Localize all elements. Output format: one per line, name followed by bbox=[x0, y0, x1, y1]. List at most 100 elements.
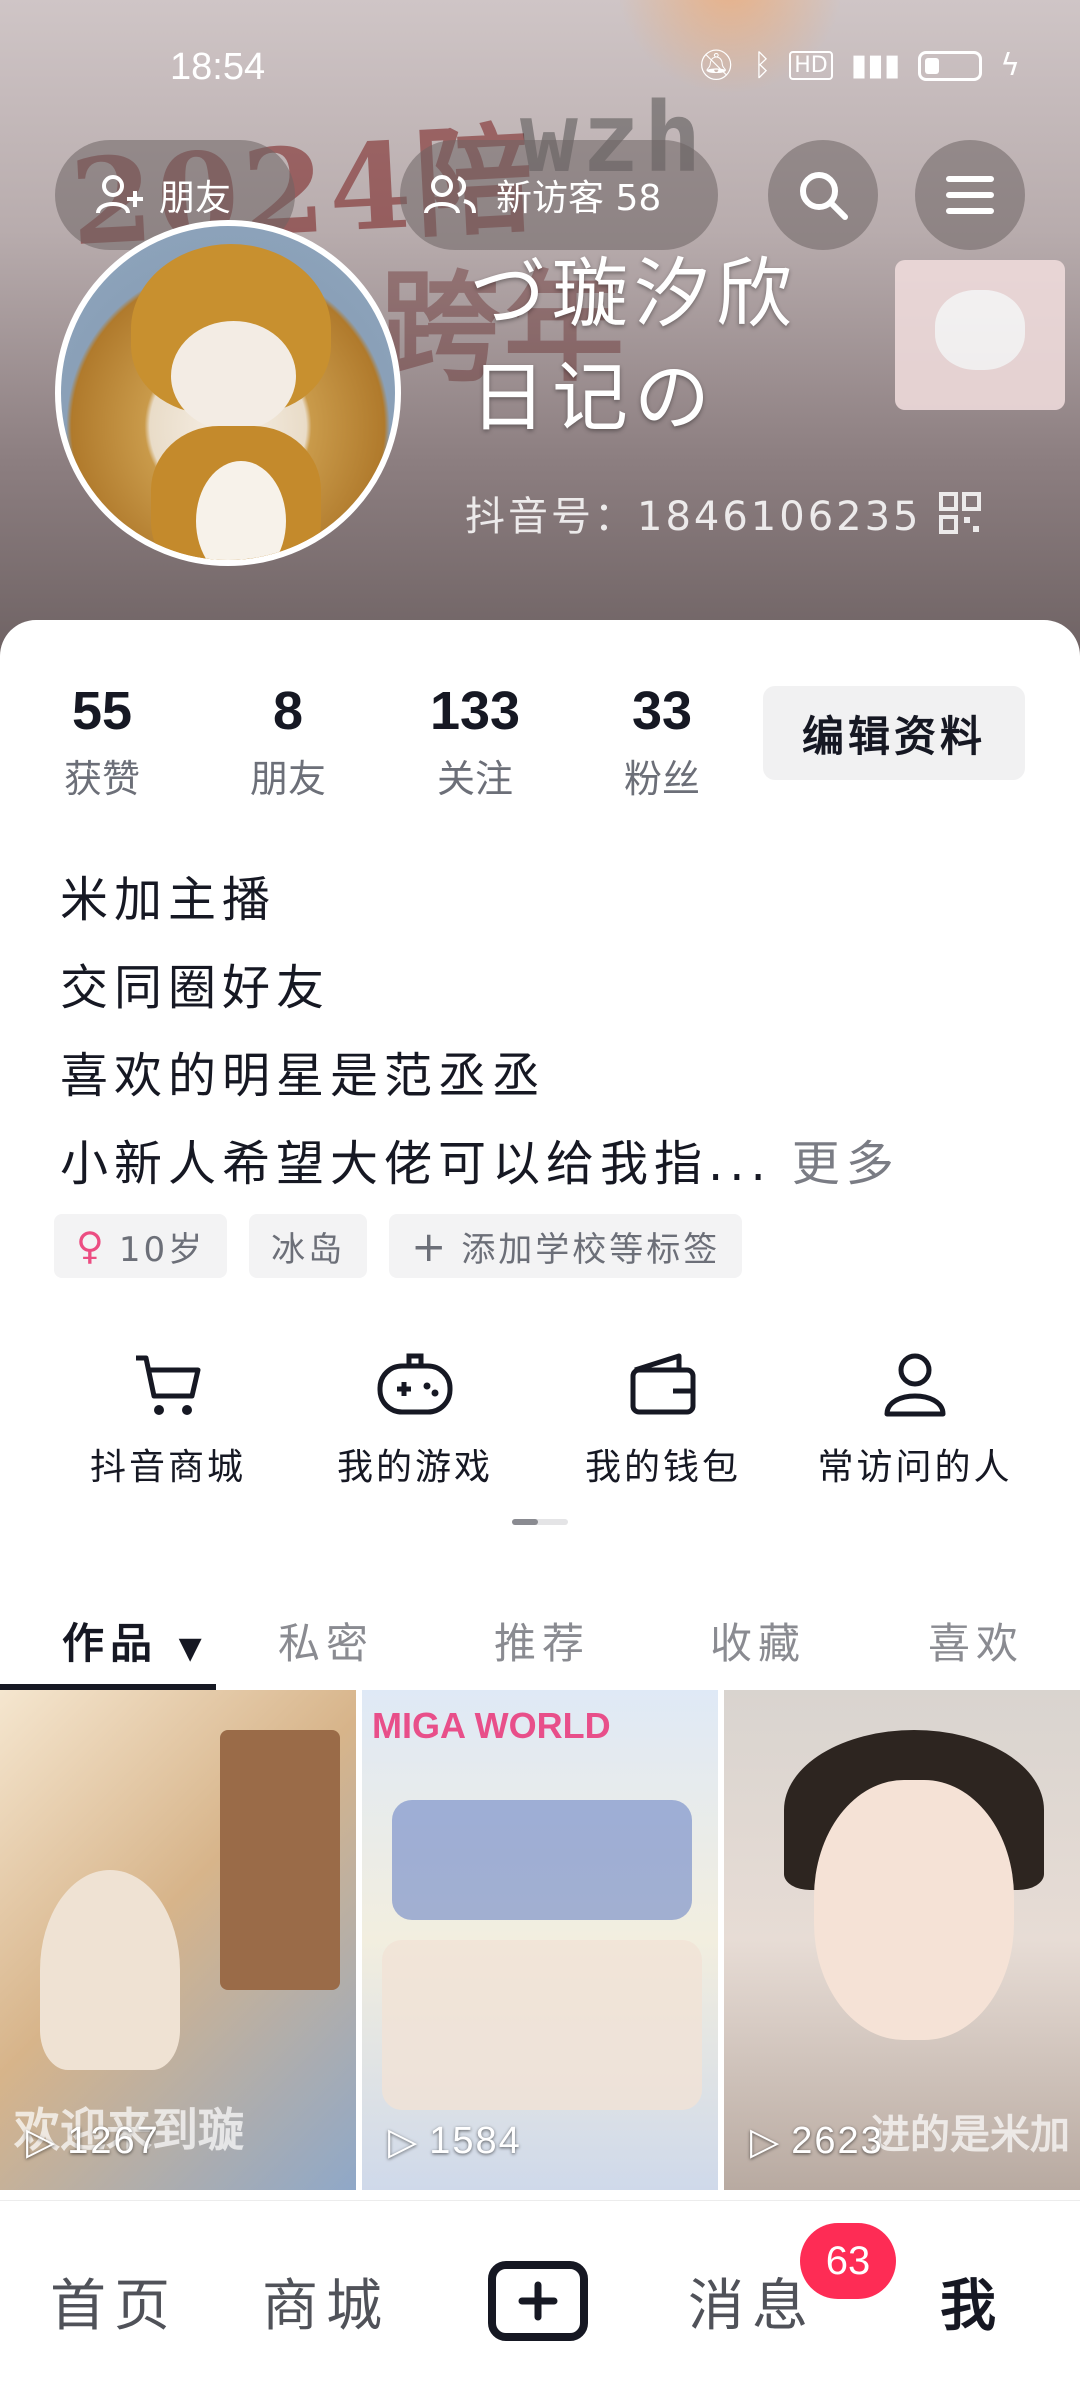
add-friend-icon bbox=[96, 175, 143, 214]
profile-cover[interactable]: 2024陪 wzh 跨年 18:54 🔕︎ ᛒ HD ▮▮▮ ϟ 朋友 新访客 … bbox=[0, 0, 1080, 660]
cover-sticker bbox=[895, 260, 1065, 410]
bio-more-link[interactable]: 更多 bbox=[792, 1136, 900, 1192]
video-thumbnail[interactable]: 欢迎来到璇 ▷ 1267 bbox=[0, 1690, 356, 2190]
menu-button[interactable] bbox=[915, 140, 1025, 250]
shortcut-my-wallet[interactable]: 我的钱包 bbox=[533, 1350, 793, 1490]
caret-down-icon: ▼ bbox=[178, 1631, 208, 1666]
age-tag[interactable]: ♀ 10岁 bbox=[54, 1214, 228, 1278]
tab-private[interactable]: 私密 bbox=[278, 1610, 374, 1671]
stat-label: 获赞 bbox=[63, 757, 140, 801]
thumbnail-face bbox=[814, 1780, 1014, 2040]
plus-icon: + bbox=[411, 1221, 450, 1271]
messages-badge: 63 bbox=[800, 2223, 896, 2299]
play-icon: ▷ bbox=[26, 2121, 58, 2163]
visitors-icon bbox=[424, 175, 476, 214]
cart-icon bbox=[136, 1355, 201, 1415]
bottom-navigation: 首页 商城 消息 63 我 bbox=[0, 2200, 1080, 2401]
nav-messages[interactable]: 消息 bbox=[688, 2261, 816, 2342]
tab-likes[interactable]: 喜欢 bbox=[928, 1610, 1024, 1671]
pager-active-indicator bbox=[512, 1519, 538, 1525]
nickname-line: 日记の bbox=[470, 353, 716, 442]
nickname-line: づ璇汐欣 bbox=[470, 249, 798, 338]
shortcut-pager bbox=[512, 1519, 568, 1525]
thumbnail-cabinet bbox=[220, 1730, 340, 1990]
play-count-value: 2623 bbox=[791, 2120, 884, 2162]
bio-line: 小新人希望大佬可以给我指... 更多 bbox=[60, 1120, 900, 1208]
status-time: 18:54 bbox=[170, 46, 266, 88]
shortcut-frequent-visitors[interactable]: 常访问的人 bbox=[785, 1350, 1045, 1490]
tab-recommend[interactable]: 推荐 bbox=[494, 1610, 590, 1671]
bio-line: 米加主播 bbox=[60, 872, 277, 928]
shortcuts-row: 抖音商城 我的游戏 我的钱包 常访问的人 bbox=[0, 1350, 1080, 1530]
tab-favorites[interactable]: 收藏 bbox=[710, 1610, 806, 1671]
avatar[interactable] bbox=[55, 220, 401, 566]
stat-followers[interactable]: 33 粉丝 bbox=[582, 680, 742, 803]
new-visitors-button[interactable]: 新访客 58 bbox=[400, 140, 718, 250]
age-tag-label: 10岁 bbox=[118, 1229, 206, 1270]
stat-value: 133 bbox=[429, 681, 521, 741]
play-count: ▷ 2623 bbox=[750, 2119, 884, 2164]
status-bar: 18:54 🔕︎ ᛒ HD ▮▮▮ ϟ bbox=[0, 40, 1080, 96]
stat-label: 关注 bbox=[436, 757, 513, 801]
play-count-value: 1267 bbox=[67, 2120, 160, 2162]
edit-profile-button[interactable]: 编辑资料 bbox=[763, 686, 1025, 780]
tab-works[interactable]: 作品 ▼ bbox=[62, 1610, 208, 1671]
person-icon bbox=[884, 1353, 946, 1417]
wallet-icon bbox=[630, 1353, 696, 1415]
video-grid: 欢迎来到璇 ▷ 1267 MIGA WORLD ▷ 1584 进的是米加 ▷ 2… bbox=[0, 1690, 1080, 2190]
plus-icon bbox=[518, 2281, 558, 2321]
stat-friends[interactable]: 8 朋友 bbox=[208, 680, 368, 803]
thumbnail-figure bbox=[40, 1870, 180, 2070]
thumbnail-figures bbox=[382, 1940, 702, 2110]
thumbnail-figures bbox=[392, 1800, 692, 1920]
search-button[interactable] bbox=[768, 140, 878, 250]
stat-label: 朋友 bbox=[249, 757, 326, 801]
bluetooth-icon: ᛒ bbox=[753, 48, 772, 83]
stat-likes[interactable]: 55 获赞 bbox=[22, 680, 182, 803]
status-icons: 🔕︎ ᛒ HD ▮▮▮ ϟ bbox=[697, 48, 1020, 83]
charging-icon: ϟ bbox=[1000, 48, 1020, 83]
new-visitors-label: 新访客 58 bbox=[496, 178, 662, 219]
video-overlay-text: MIGA WORLD bbox=[372, 1705, 611, 1746]
play-icon: ▷ bbox=[750, 2121, 782, 2163]
add-school-tag[interactable]: + 添加学校等标签 bbox=[389, 1214, 743, 1278]
nav-home[interactable]: 首页 bbox=[50, 2261, 178, 2342]
hd-icon: HD bbox=[789, 51, 833, 80]
stat-value: 55 bbox=[71, 681, 133, 741]
bio-line: 喜欢的明星是范丞丞 bbox=[60, 1048, 547, 1104]
video-thumbnail[interactable]: 进的是米加 ▷ 2623 bbox=[724, 1690, 1080, 2190]
location-tag-label: 冰岛 bbox=[271, 1229, 346, 1270]
sticker-dog-face bbox=[935, 290, 1025, 370]
add-school-tag-label: 添加学校等标签 bbox=[461, 1229, 721, 1270]
tags-row: ♀ 10岁 冰岛 + 添加学校等标签 bbox=[54, 1214, 743, 1278]
friends-button-label: 朋友 bbox=[159, 178, 232, 219]
stat-value: 33 bbox=[631, 681, 693, 741]
play-count: ▷ 1584 bbox=[388, 2119, 522, 2164]
shortcut-label: 抖音商城 bbox=[89, 1447, 246, 1488]
menu-icon bbox=[946, 176, 994, 214]
tab-label: 作品 bbox=[62, 1619, 159, 1668]
content-tabs: 作品 ▼ 私密 推荐 收藏 喜欢 bbox=[0, 1580, 1080, 1690]
shortcut-douyin-mall[interactable]: 抖音商城 bbox=[38, 1350, 298, 1490]
stat-following[interactable]: 133 关注 bbox=[395, 680, 555, 803]
douyin-id: 抖音号：1846106235 bbox=[465, 494, 922, 540]
shortcut-label: 我的游戏 bbox=[336, 1447, 493, 1488]
create-post-button[interactable] bbox=[488, 2261, 588, 2341]
gamepad-icon bbox=[377, 1353, 453, 1415]
bio[interactable]: 米加主播 交同圈好友 喜欢的明星是范丞丞 小新人希望大佬可以给我指... 更多 bbox=[60, 856, 900, 1208]
shortcut-my-games[interactable]: 我的游戏 bbox=[285, 1350, 545, 1490]
signal-5g-icon: ▮▮▮ bbox=[850, 48, 901, 83]
nav-me[interactable]: 我 bbox=[940, 2261, 1004, 2342]
qr-code-icon[interactable] bbox=[938, 491, 982, 535]
location-tag[interactable]: 冰岛 bbox=[249, 1214, 368, 1278]
douyin-id-row[interactable]: 抖音号：1846106235 bbox=[465, 484, 982, 542]
nav-mall[interactable]: 商城 bbox=[262, 2261, 390, 2342]
stat-label: 粉丝 bbox=[623, 757, 700, 801]
video-thumbnail[interactable]: MIGA WORLD ▷ 1584 bbox=[362, 1690, 718, 2190]
female-icon: ♀ bbox=[76, 1224, 107, 1268]
battery-icon bbox=[918, 50, 983, 81]
nickname: づ璇汐欣 日记の bbox=[470, 242, 798, 450]
mute-icon: 🔕︎ bbox=[697, 48, 736, 83]
shortcut-label: 常访问的人 bbox=[817, 1447, 1013, 1488]
shortcut-label: 我的钱包 bbox=[584, 1447, 741, 1488]
